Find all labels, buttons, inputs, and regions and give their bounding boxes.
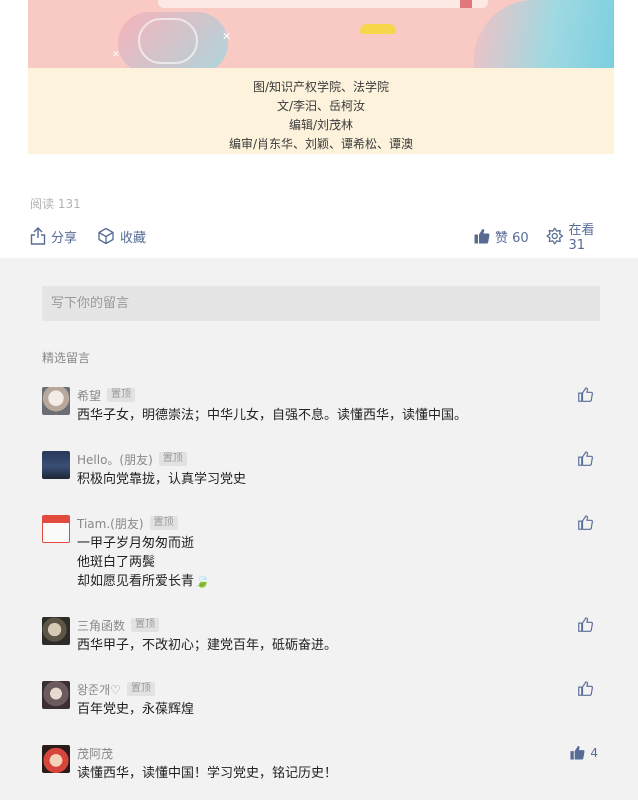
comment-like-button[interactable] <box>578 451 598 466</box>
thumbs-up-icon <box>578 681 593 696</box>
pinned-badge: 置顶 <box>107 388 136 402</box>
commenter-name[interactable]: Hello。(朋友) <box>77 451 153 468</box>
credit-line: 编审/肖东华、刘颖、谭希松、谭澳 <box>228 137 414 151</box>
banner-decoration <box>138 18 198 64</box>
comment-line: 一甲子岁月匆匆而逝 <box>77 536 195 551</box>
article-banner-image: ✕ ✕ <box>28 0 614 68</box>
pinned-badge: 置顶 <box>158 452 187 466</box>
thumbs-up-icon <box>578 387 593 402</box>
comment-text: 西华甲子，不改初心；建党百年，砥砺奋进。 <box>77 636 567 655</box>
thumbs-up-icon <box>474 229 490 244</box>
share-label: 分享 <box>51 230 78 246</box>
share-button[interactable]: 分享 <box>30 226 77 246</box>
commenter-name[interactable]: Tiam.(朋友) <box>77 515 144 532</box>
comment-body: 希望 置顶 西华子女，明德崇法；中华儿女，自强不息。读懂西华，读懂中国。 <box>77 387 567 425</box>
wow-count: 在看 31 <box>568 223 595 253</box>
banner-decoration <box>360 24 396 34</box>
credit-line: 文/李汨、岳柯汝 <box>276 99 366 113</box>
avatar[interactable] <box>42 515 70 543</box>
comment-line: 西华甲子，不改初心；建党百年，砥砺奋进。 <box>77 638 338 653</box>
comment-input[interactable]: 写下你的留言 <box>42 286 600 321</box>
thumbs-up-icon <box>578 617 593 632</box>
comment-like-button[interactable] <box>578 681 598 696</box>
featured-comments-title: 精选留言 <box>42 351 91 365</box>
avatar[interactable] <box>42 745 70 773</box>
sparkle-icon: ✕ <box>222 30 232 43</box>
credit-line: 编辑/刘茂林 <box>288 118 354 132</box>
banner-decoration <box>474 0 614 68</box>
thumbs-up-icon <box>570 745 585 760</box>
avatar-decoration <box>43 516 69 523</box>
comment-like-button[interactable] <box>578 617 598 632</box>
comment-line: 百年党史，永葆辉煌 <box>77 702 195 717</box>
thumbs-up-icon <box>578 515 593 530</box>
comment-body: 왕준개♡ 置顶 百年党史，永葆辉煌 <box>77 681 567 719</box>
avatar[interactable] <box>42 681 70 709</box>
avatar[interactable] <box>42 617 70 645</box>
avatar[interactable] <box>42 451 70 479</box>
sparkle-icon: ✕ <box>112 50 120 60</box>
pinned-badge: 置顶 <box>131 618 160 632</box>
like-button[interactable]: 赞 60 <box>474 226 529 246</box>
comment-line: 却如愿见看所爱长青🍃 <box>77 574 211 589</box>
comment-text: 西华子女，明德崇法；中华儿女，自强不息。读懂西华，读懂中国。 <box>77 406 567 425</box>
comment-text: 百年党史，永葆辉煌 <box>77 700 567 719</box>
comment-text: 一甲子岁月匆匆而逝 他斑白了两鬓 却如愿见看所爱长青🍃 <box>77 534 567 591</box>
like-count: 赞 60 <box>495 230 529 246</box>
comment-body: 三角函数 置顶 西华甲子，不改初心；建党百年，砥砺奋进。 <box>77 617 567 655</box>
commenter-name[interactable]: 茂阿茂 <box>77 745 113 762</box>
comment-text: 读懂西华，读懂中国！学习党史，铭记历史！ <box>77 764 567 783</box>
comment-line: 西华子女，明德崇法；中华儿女，自强不息。读懂西华，读懂中国。 <box>77 408 468 423</box>
credit-line: 图/知识产权学院、法学院 <box>252 80 390 94</box>
wow-icon <box>546 227 564 245</box>
share-icon <box>30 227 46 245</box>
read-count: 阅读 131 <box>30 197 81 211</box>
pinned-badge: 置顶 <box>149 516 178 530</box>
comment-text: 积极向党靠拢，认真学习党史 <box>77 470 567 489</box>
commenter-name[interactable]: 三角函数 <box>77 617 125 634</box>
avatar[interactable] <box>42 387 70 415</box>
comment-like-button[interactable] <box>578 387 598 402</box>
comment-body: Hello。(朋友) 置顶 积极向党靠拢，认真学习党史 <box>77 451 567 489</box>
banner-decoration <box>460 0 472 8</box>
comment-body: Tiam.(朋友) 置顶 一甲子岁月匆匆而逝 他斑白了两鬓 却如愿见看所爱长青🍃 <box>77 515 567 591</box>
comment-line: 积极向党靠拢，认真学习党史 <box>77 472 247 487</box>
wow-button[interactable]: 在看 31 <box>546 223 614 253</box>
banner-decoration <box>158 0 488 8</box>
cube-icon <box>98 227 114 245</box>
comment-line: 他斑白了两鬓 <box>77 555 156 570</box>
thumbs-up-icon <box>578 451 593 466</box>
comments-section: 写下你的留言 精选留言 希望 置顶 西华子女，明德崇法；中华儿女，自强不息。读懂… <box>0 258 638 800</box>
favorite-button[interactable]: 收藏 <box>97 226 146 246</box>
commenter-name[interactable]: 希望 <box>77 387 101 404</box>
article-actions: 分享 收藏 赞 60 在看 31 <box>30 223 614 253</box>
comment-like-button[interactable]: 4 <box>570 745 598 760</box>
pinned-badge: 置顶 <box>126 682 155 696</box>
comment-body: 茂阿茂 读懂西华，读懂中国！学习党史，铭记历史！ <box>77 745 567 783</box>
comment-line: 读懂西华，读懂中国！学习党史，铭记历史！ <box>77 766 338 781</box>
favorite-label: 收藏 <box>120 230 147 246</box>
credits-block: 图/知识产权学院、法学院 文/李汨、岳柯汝 编辑/刘茂林 编审/肖东华、刘颖、谭… <box>28 68 614 154</box>
comment-like-count: 4 <box>590 745 598 760</box>
commenter-name[interactable]: 왕준개♡ <box>77 681 121 698</box>
comment-like-button[interactable] <box>578 515 598 530</box>
article-footer: ✕ ✕ 图/知识产权学院、法学院 文/李汨、岳柯汝 编辑/刘茂林 编审/肖东华、… <box>0 0 638 258</box>
